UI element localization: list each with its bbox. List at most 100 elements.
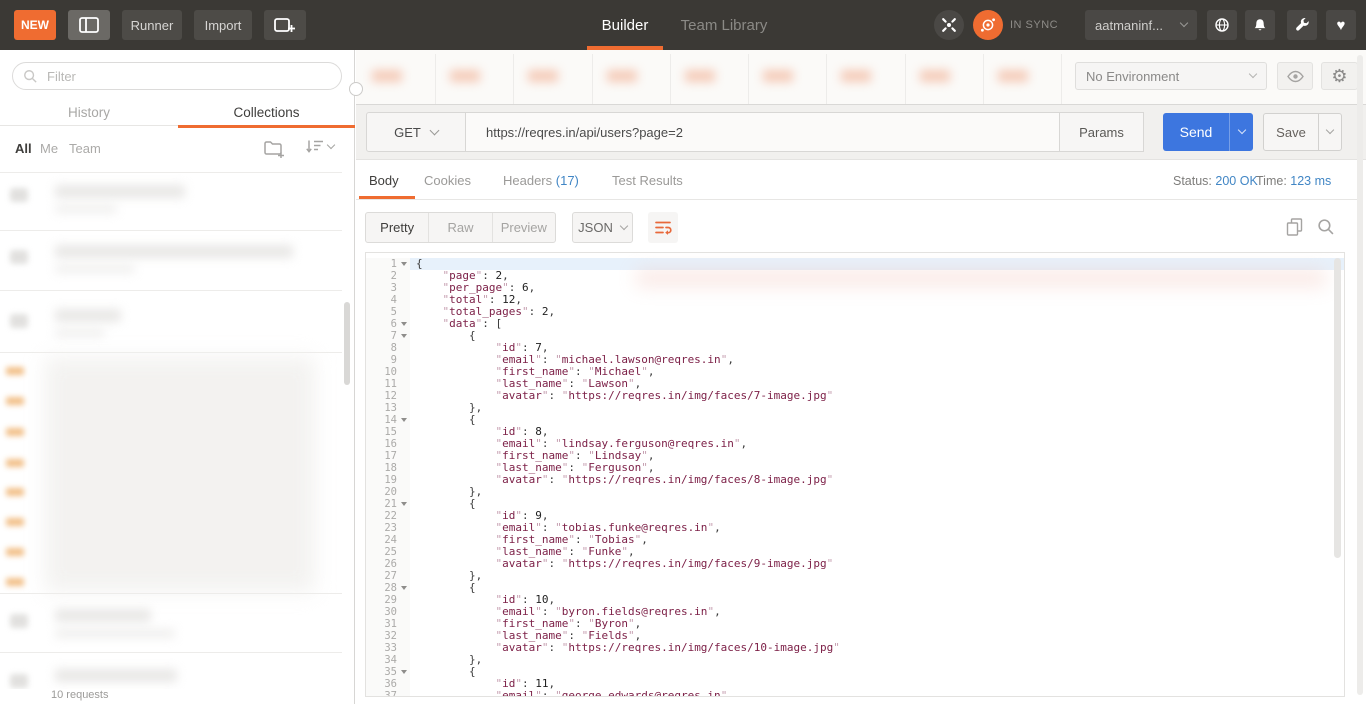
sync-status-icon[interactable]: [973, 10, 1003, 40]
method-dropdown[interactable]: GET: [366, 112, 466, 152]
redacted-tab[interactable]: [827, 54, 905, 104]
redacted-tab[interactable]: [984, 54, 1062, 104]
window-scrollbar[interactable]: [1357, 55, 1363, 695]
wrap-text-button[interactable]: [648, 212, 678, 243]
tab-collections-label: Collections: [233, 105, 299, 120]
code-line: 13 },: [366, 402, 1344, 414]
request-builder: GET Params Send Save: [356, 105, 1366, 160]
tab-history[interactable]: History: [30, 98, 148, 126]
sync-status-text: IN SYNC: [1010, 19, 1058, 31]
new-folder-icon[interactable]: [264, 139, 285, 158]
fold-toggle-icon[interactable]: [401, 322, 407, 326]
sidebar-scrollbar[interactable]: [344, 302, 350, 385]
editor-scrollbar[interactable]: [1334, 258, 1341, 558]
code-line: 37 "email": "george.edwards@reqres.in",: [366, 690, 1344, 697]
line-number: 35: [366, 666, 410, 678]
line-number: 28: [366, 582, 410, 594]
chevron-down-icon: [1237, 126, 1245, 134]
runner-button[interactable]: Runner: [122, 10, 182, 40]
import-button[interactable]: Import: [194, 10, 252, 40]
url-input[interactable]: [466, 125, 1059, 140]
view-raw[interactable]: Raw: [429, 213, 492, 242]
view-pretty[interactable]: Pretty: [366, 213, 429, 242]
line-number: 24: [366, 534, 410, 546]
line-number: 34: [366, 654, 410, 666]
tab-builder[interactable]: Builder: [585, 0, 665, 50]
settings-wrench-button[interactable]: [1287, 10, 1317, 40]
status-label: Status:: [1173, 174, 1212, 188]
redacted-tab[interactable]: [749, 54, 827, 104]
format-dropdown[interactable]: JSON: [572, 212, 633, 243]
redacted-tab[interactable]: [593, 54, 671, 104]
fold-toggle-icon[interactable]: [401, 670, 407, 674]
filter-search[interactable]: [12, 62, 342, 90]
tab-team-library[interactable]: Team Library: [678, 0, 770, 50]
fold-toggle-icon[interactable]: [401, 418, 407, 422]
filter-input[interactable]: [45, 68, 331, 85]
redacted-request-item[interactable]: [6, 578, 24, 586]
redacted-tab[interactable]: [358, 54, 436, 104]
view-preview[interactable]: Preview: [493, 213, 555, 242]
sort-icon[interactable]: [306, 139, 334, 154]
capture-requests-button[interactable]: [934, 10, 964, 40]
redacted-tab[interactable]: [514, 54, 592, 104]
redacted-request-item[interactable]: [6, 518, 24, 526]
tab-response-cookies[interactable]: Cookies: [424, 173, 471, 188]
redacted-request-item[interactable]: [6, 548, 24, 556]
send-button[interactable]: Send: [1163, 113, 1229, 151]
response-time: Time: 123 ms: [1256, 174, 1331, 188]
tab-response-headers[interactable]: Headers (17): [503, 173, 579, 188]
scope-team[interactable]: Team: [69, 141, 101, 156]
redacted-tab[interactable]: [906, 54, 984, 104]
account-name: aatmaninf...: [1095, 18, 1163, 33]
redacted-request-item[interactable]: [6, 397, 24, 405]
favorites-button[interactable]: ♥: [1326, 10, 1356, 40]
chevron-down-icon: [1326, 126, 1334, 134]
response-editor[interactable]: 1{2 "page": 2,3 "per_page": 6,4 "total":…: [365, 252, 1345, 697]
copy-response-button[interactable]: [1286, 218, 1303, 236]
collections-list: [0, 172, 355, 689]
environment-dropdown[interactable]: No Environment: [1075, 62, 1267, 90]
redacted-request-item[interactable]: [6, 428, 24, 436]
chevron-down-icon: [620, 221, 628, 229]
new-button[interactable]: NEW: [14, 10, 56, 40]
copy-icon: [1286, 218, 1303, 236]
environment-preview-button[interactable]: [1277, 62, 1313, 90]
view-mode-switcher: Pretty Raw Preview: [365, 212, 556, 243]
tab-collections[interactable]: Collections: [178, 98, 355, 126]
line-number: 14: [366, 414, 410, 426]
params-button[interactable]: Params: [1059, 112, 1144, 152]
send-options-button[interactable]: [1229, 113, 1253, 151]
redacted-request-item[interactable]: [6, 459, 24, 467]
redacted-tab[interactable]: [671, 54, 749, 104]
browse-button[interactable]: [1207, 10, 1237, 40]
save-options-button[interactable]: [1318, 113, 1342, 151]
headers-label: Headers: [503, 173, 552, 188]
fold-toggle-icon[interactable]: [401, 586, 407, 590]
save-button[interactable]: Save: [1263, 113, 1319, 151]
new-window-button[interactable]: [264, 10, 306, 40]
redacted-tab[interactable]: [436, 54, 514, 104]
notifications-button[interactable]: [1245, 10, 1275, 40]
fold-toggle-icon[interactable]: [401, 262, 407, 266]
wrench-icon: [1294, 17, 1310, 33]
account-dropdown[interactable]: aatmaninf...: [1085, 10, 1197, 40]
redacted-request-item[interactable]: [6, 367, 24, 375]
line-number: 26: [366, 558, 410, 570]
chevron-down-icon: [1249, 70, 1257, 78]
settings-button[interactable]: ⚙: [1321, 62, 1358, 90]
redacted-request-item[interactable]: [6, 488, 24, 496]
tab-test-results[interactable]: Test Results: [612, 173, 683, 188]
redacted-expanded-collection: [45, 357, 315, 592]
scope-me[interactable]: Me: [40, 141, 58, 156]
search-response-button[interactable]: [1317, 218, 1334, 235]
line-number: 16: [366, 438, 410, 450]
response-panel: Body Cookies Headers (17) Test Results S…: [356, 160, 1366, 704]
line-number: 6: [366, 318, 410, 330]
scope-all[interactable]: All: [15, 141, 32, 156]
tab-response-body[interactable]: Body: [369, 173, 399, 188]
line-number: 10: [366, 366, 410, 378]
sidebar-toggle-button[interactable]: [68, 10, 110, 40]
fold-toggle-icon[interactable]: [401, 502, 407, 506]
fold-toggle-icon[interactable]: [401, 334, 407, 338]
